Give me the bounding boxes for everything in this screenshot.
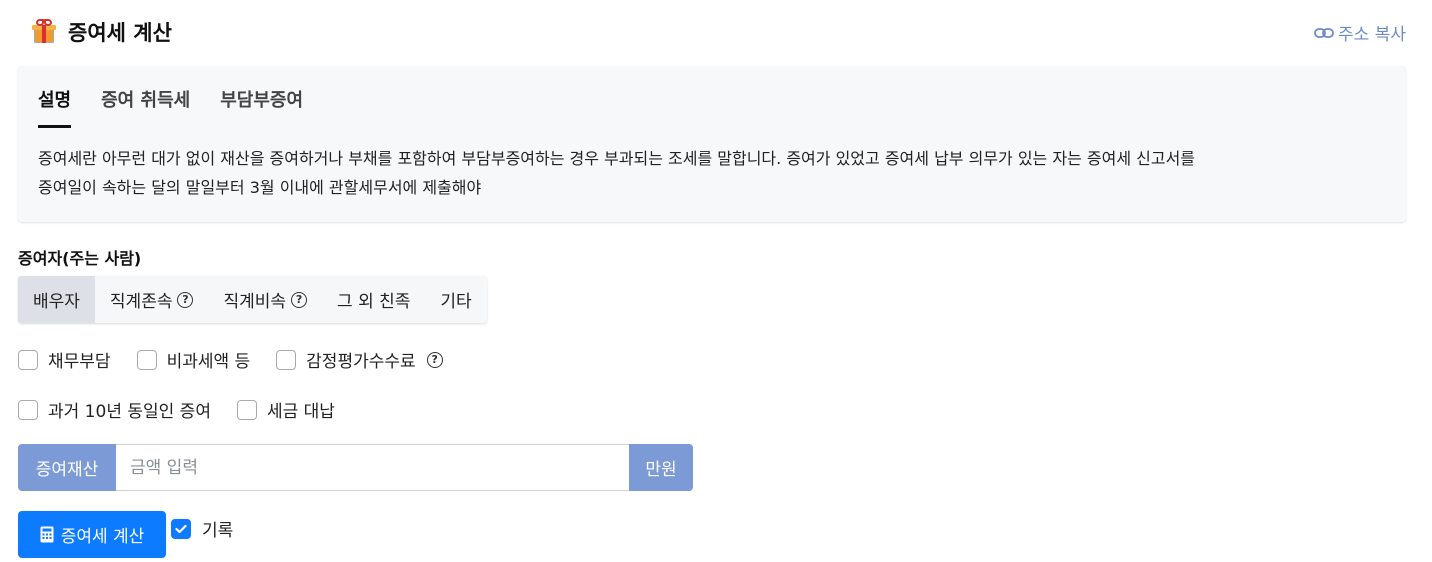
giver-option-label: 직계비속 [223, 292, 287, 312]
giver-selector: 배우자 직계존속 ? 직계비속 ? 그 외 친족 기타 [18, 276, 487, 323]
checkbox-label: 비과세액 등 [166, 352, 251, 372]
giver-option-label: 직계존속 [109, 292, 173, 312]
description-line-2: 증여일이 속하는 달의 말일부터 3월 이내에 관할세무서에 제출해야 [38, 178, 482, 197]
page-title: 증여세 계산 [68, 21, 172, 45]
options-row-1: 채무부담 비과세액 등 감정평가수수료 ? [18, 347, 469, 372]
tax-payment-on-behalf-checkbox[interactable]: 세금 대납 [236, 397, 335, 422]
calculate-button-label: 증여세 계산 [60, 527, 145, 547]
gift-amount-unit: 만원 [629, 444, 693, 491]
checkbox-label: 세금 대납 [266, 402, 335, 422]
debt-assumption-checkbox[interactable]: 채무부담 [18, 347, 111, 372]
tab-gift-acquisition-tax[interactable]: 증여 취득세 [101, 86, 190, 128]
checkbox-box[interactable] [18, 399, 38, 420]
giver-option-lineal-descendant[interactable]: 직계비속 ? [208, 276, 322, 323]
giver-option-spouse[interactable]: 배우자 [18, 276, 95, 323]
prior-10-year-gift-checkbox[interactable]: 과거 10년 동일인 증여 [18, 397, 211, 422]
checkbox-label: 채무부담 [48, 352, 111, 372]
gift-amount-prefix: 증여재산 [18, 444, 116, 491]
calculate-gift-tax-button[interactable]: 증여세 계산 [18, 511, 166, 558]
non-taxable-amount-checkbox[interactable]: 비과세액 등 [136, 347, 251, 372]
page-header: 증여세 계산 [32, 14, 172, 50]
help-icon[interactable]: ? [426, 351, 443, 368]
record-checkbox[interactable]: 기록 [171, 516, 233, 541]
tab-burdened-gift[interactable]: 부담부증여 [220, 86, 303, 128]
giver-label: 증여자(주는 사람) [18, 249, 142, 268]
info-tabs: 설명 증여 취득세 부담부증여 [38, 86, 333, 128]
checkbox-box[interactable] [18, 349, 38, 370]
giver-option-label: 기타 [440, 292, 472, 312]
copy-address-label: 주소 복사 [1338, 25, 1406, 45]
checkbox-label: 감정평가수수료 [306, 352, 416, 372]
copy-address-link[interactable]: 주소 복사 [1314, 20, 1406, 45]
help-icon[interactable]: ? [291, 291, 308, 308]
checkbox-box[interactable] [136, 349, 157, 370]
info-panel: 설명 증여 취득세 부담부증여 증여세란 아무런 대가 없이 재산을 증여하거나… [18, 66, 1406, 222]
checkmark-icon [175, 524, 187, 533]
calculator-icon [40, 526, 54, 543]
appraisal-fee-checkbox[interactable]: 감정평가수수료 ? [276, 347, 443, 372]
help-icon[interactable]: ? [177, 291, 194, 308]
checkbox-box[interactable] [236, 399, 257, 420]
tab-description[interactable]: 설명 [38, 86, 72, 128]
checkbox-label: 과거 10년 동일인 증여 [48, 402, 211, 422]
giver-option-lineal-ascendant[interactable]: 직계존속 ? [95, 276, 209, 323]
options-row-2: 과거 10년 동일인 증여 세금 대납 [18, 397, 361, 422]
giver-option-other[interactable]: 기타 [425, 276, 486, 323]
giver-option-label: 배우자 [33, 292, 80, 312]
giver-option-other-relatives[interactable]: 그 외 친족 [322, 276, 425, 323]
checkbox-box[interactable] [276, 349, 297, 370]
record-label: 기록 [202, 521, 234, 541]
giver-option-label: 그 외 친족 [337, 292, 411, 312]
gift-icon [32, 19, 56, 45]
description-line-1: 증여세란 아무런 대가 없이 재산을 증여하거나 부채를 포함하여 부담부증여하… [38, 149, 1196, 168]
checkbox-checked[interactable] [171, 518, 191, 539]
gift-amount-input[interactable] [116, 444, 629, 491]
gift-amount-group: 증여재산 만원 [18, 444, 693, 491]
link-icon [1314, 27, 1334, 38]
description-text: 증여세란 아무런 대가 없이 재산을 증여하거나 부채를 포함하여 부담부증여하… [38, 144, 1388, 202]
